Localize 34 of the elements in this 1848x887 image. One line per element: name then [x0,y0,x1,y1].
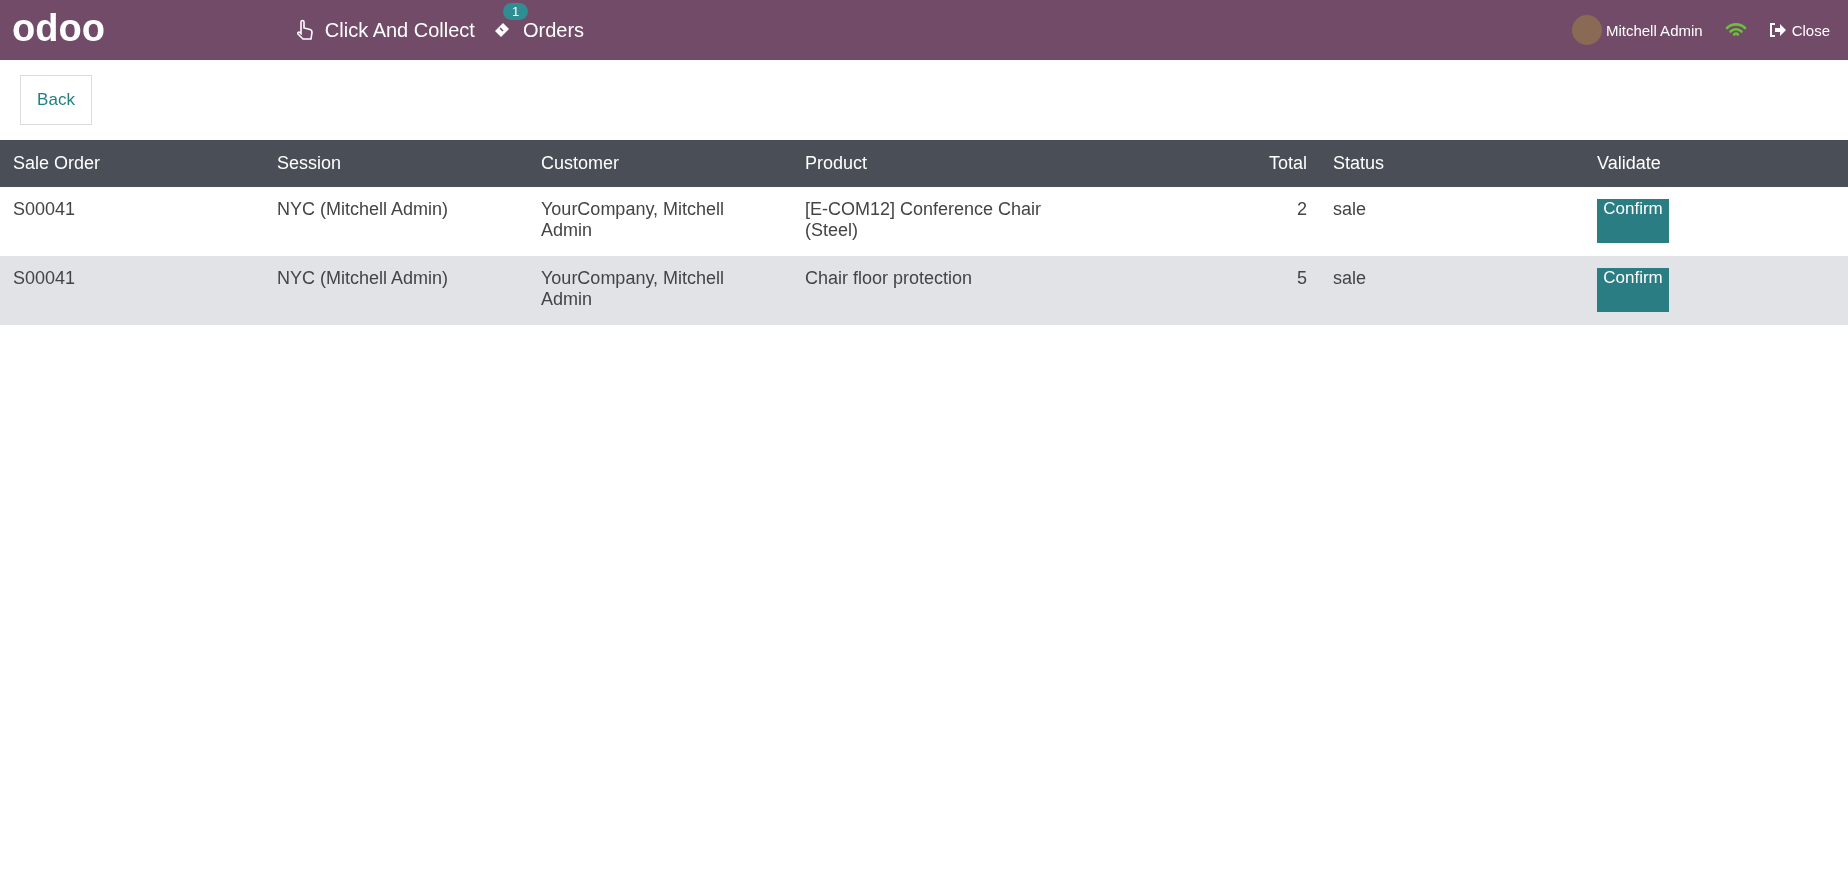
pointing-hand-icon [294,19,315,41]
count-badge: 1 [502,2,529,20]
confirm-button[interactable]: Confirm [1597,268,1669,312]
avatar [1571,15,1602,45]
column-header: Product [792,140,1056,187]
column-header: Validate [1584,140,1848,187]
column-header: Status [1320,140,1584,187]
table-cell: NYC (Mitchell Admin) [264,256,528,325]
column-header: Customer [528,140,792,187]
column-header: Session [264,140,528,187]
table-cell: 2 [1056,187,1320,256]
user-name[interactable]: Mitchell Admin [1605,21,1703,39]
table-cell: Chair floor protection [792,256,1056,325]
table-cell: YourCompany, Mitchell Admin [528,187,792,256]
table-cell: sale [1320,187,1584,256]
table-cell: NYC (Mitchell Admin) [264,187,528,256]
navbar-item[interactable]: Click And Collect [294,0,475,60]
table-cell: sale [1320,256,1584,325]
table-cell: 5 [1056,256,1320,325]
table-cell: S00041 [0,256,264,325]
logo: odoo [12,9,105,47]
column-header: Total [1056,140,1320,187]
table-cell: YourCompany, Mitchell Admin [528,256,792,325]
close-button[interactable]: Close [1768,21,1830,39]
navbar-item-label: Orders [522,18,585,42]
table-cell: [E-COM12] Conference Chair (Steel) [792,187,1056,256]
back-button[interactable]: Back [20,75,92,125]
column-header: Sale Order [0,140,264,187]
confirm-button[interactable]: Confirm [1597,199,1669,243]
navbar-item[interactable]: 1 Orders [492,0,585,60]
navbar-item-label: Click And Collect [324,18,475,42]
wifi-icon [1724,22,1747,38]
table-cell: S00041 [0,187,264,256]
sign-out-icon [1768,22,1787,38]
